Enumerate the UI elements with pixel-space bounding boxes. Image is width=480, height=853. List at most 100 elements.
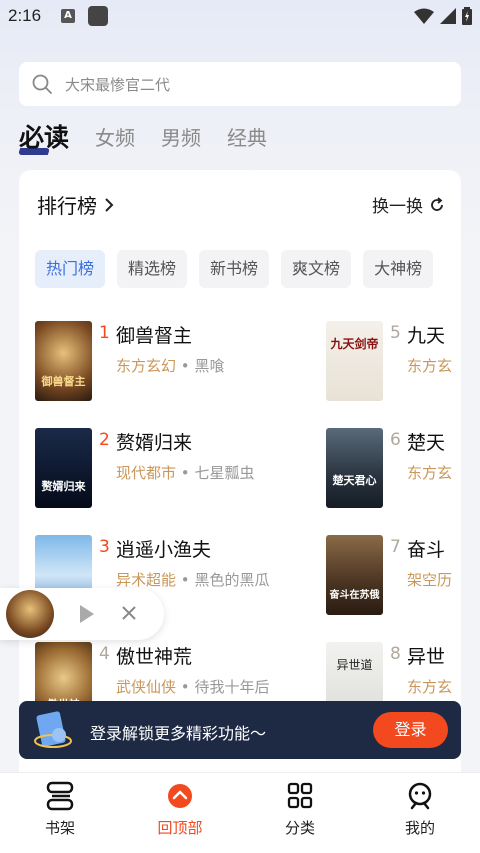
tab-label: 必读 — [19, 123, 70, 152]
nav-label: 书架 — [44, 819, 75, 837]
book-cover: 御兽督主 — [35, 321, 92, 401]
rank-number: 8 — [390, 644, 401, 664]
book-genre: 东方玄幻 — [116, 357, 177, 375]
search-placeholder: 大宋最惨官二代 — [65, 75, 171, 94]
nav-label: 分类 — [284, 819, 315, 837]
status-indicators — [414, 7, 472, 25]
notification-app-icon — [88, 6, 108, 26]
book-author: 黑喰 — [194, 357, 225, 375]
book-title: 奋斗 — [407, 539, 446, 561]
book-meta: 东方玄 — [407, 462, 452, 483]
nav-profile[interactable]: 我的 — [380, 781, 460, 838]
meta-separator: • — [180, 357, 190, 375]
pill-selected[interactable]: 精选榜 — [117, 250, 188, 288]
refresh-label: 换一换 — [372, 197, 423, 217]
book-meta: 架空历 — [407, 569, 452, 590]
book-meta: 东方玄 — [407, 355, 452, 376]
ranking-title: 排行榜 — [37, 194, 97, 218]
book-title: 楚天 — [407, 432, 446, 454]
battery-icon — [462, 7, 472, 25]
chevron-right-icon — [105, 197, 114, 212]
book-item[interactable]: 九天剑帝 5 九天 东方玄 — [326, 321, 461, 401]
book-author: 七星瓢虫 — [194, 464, 255, 482]
close-icon[interactable] — [120, 604, 138, 622]
rank-number: 3 — [99, 537, 110, 557]
book-cover-text: 九天剑帝 — [330, 337, 379, 351]
book-item[interactable]: 御兽督主 1 御兽督主 东方玄幻 • 黑喰 — [35, 321, 335, 401]
nav-bookshelf[interactable]: 书架 — [20, 781, 100, 838]
book-genre: 东方玄 — [407, 678, 453, 696]
profile-icon — [408, 782, 432, 810]
pill-new[interactable]: 新书榜 — [199, 250, 270, 288]
book-cover: 楚天君心 — [326, 428, 383, 508]
book-genre: 现代都市 — [116, 464, 177, 482]
book-meta: 武侠仙侠 • 待我十年后 — [116, 676, 269, 697]
refresh-button[interactable]: 换一换 — [372, 192, 445, 217]
search-input[interactable]: 大宋最惨官二代 — [19, 62, 461, 106]
login-banner: 登录解锁更多精彩功能～ 登录 — [19, 701, 461, 759]
tab-classic[interactable]: 经典 — [227, 118, 267, 158]
book-title: 异世 — [407, 646, 446, 668]
book-item[interactable]: 赘婿归来 2 赘婿归来 现代都市 • 七星瓢虫 — [35, 428, 335, 508]
top-tabs: 必读 女频 男频 经典 — [17, 118, 293, 158]
book-genre: 东方玄 — [407, 357, 453, 375]
book-genre: 异术超能 — [116, 571, 177, 589]
rank-number: 7 — [390, 537, 401, 557]
bookshelf-icon — [46, 781, 74, 811]
floating-audio-player[interactable] — [0, 588, 164, 640]
book-cover: 九天剑帝 — [326, 321, 383, 401]
pill-master[interactable]: 大神榜 — [363, 250, 434, 288]
book-item[interactable]: 楚天君心 6 楚天 东方玄 — [326, 428, 461, 508]
book-item[interactable]: 奋斗在苏俄 7 奋斗 架空历 — [326, 535, 461, 615]
rank-number: 2 — [99, 430, 110, 450]
login-banner-text: 登录解锁更多精彩功能～ — [90, 724, 267, 743]
refresh-icon — [431, 196, 443, 211]
book-title: 御兽督主 — [116, 325, 193, 347]
nav-label: 我的 — [404, 819, 435, 837]
tab-must-read[interactable]: 必读 — [17, 118, 70, 158]
pill-hot[interactable]: 热门榜 — [35, 250, 106, 288]
nav-label: 回顶部 — [157, 819, 203, 837]
book-genre: 架空历 — [407, 571, 453, 589]
book-cover-text: 赘婿归来 — [41, 480, 86, 493]
meta-separator: • — [180, 464, 190, 482]
ranking-category-pills: 热门榜 精选榜 新书榜 爽文榜 大神榜 — [35, 250, 445, 288]
book-cover-text: 奋斗在苏俄 — [329, 590, 380, 601]
book-title: 赘婿归来 — [116, 432, 193, 454]
unlock-features-icon — [34, 711, 72, 748]
meta-separator: • — [180, 571, 190, 589]
book-title: 逍遥小渔夫 — [116, 539, 212, 561]
player-book-cover — [6, 590, 54, 638]
rank-number: 5 — [390, 323, 401, 343]
search-icon — [32, 74, 52, 94]
wifi-icon — [414, 8, 434, 24]
book-author: 待我十年后 — [194, 678, 270, 696]
play-icon[interactable] — [78, 603, 96, 625]
book-cover-text: 楚天君心 — [332, 474, 377, 487]
book-cover-text: 御兽督主 — [41, 375, 86, 388]
book-genre: 武侠仙侠 — [116, 678, 177, 696]
book-cover: 赘婿归来 — [35, 428, 92, 508]
rank-number: 1 — [99, 323, 110, 343]
pill-exciting[interactable]: 爽文榜 — [281, 250, 352, 288]
book-cover: 奋斗在苏俄 — [326, 535, 383, 615]
book-author: 黑色的黑瓜 — [194, 571, 270, 589]
meta-separator: • — [180, 678, 190, 696]
category-grid-icon — [287, 782, 313, 809]
book-meta: 现代都市 • 七星瓢虫 — [116, 462, 254, 483]
status-time: 2:16 — [8, 6, 42, 25]
login-button[interactable]: 登录 — [373, 712, 448, 748]
bottom-navigation: 书架 回顶部 分类 我的 — [0, 772, 480, 853]
book-meta: 东方玄 — [407, 676, 452, 697]
nav-back-to-top[interactable]: 回顶部 — [140, 781, 220, 838]
cell-signal-icon — [440, 8, 456, 24]
ranking-title-link[interactable]: 排行榜 — [37, 190, 115, 219]
book-genre: 东方玄 — [407, 464, 453, 482]
tab-female[interactable]: 女频 — [95, 118, 135, 158]
tab-male[interactable]: 男频 — [161, 118, 201, 158]
nav-category[interactable]: 分类 — [260, 781, 340, 838]
back-to-top-icon — [168, 784, 192, 808]
book-meta: 异术超能 • 黑色的黑瓜 — [116, 569, 269, 590]
book-title: 九天 — [407, 325, 446, 347]
notification-a-icon: A — [61, 9, 75, 23]
